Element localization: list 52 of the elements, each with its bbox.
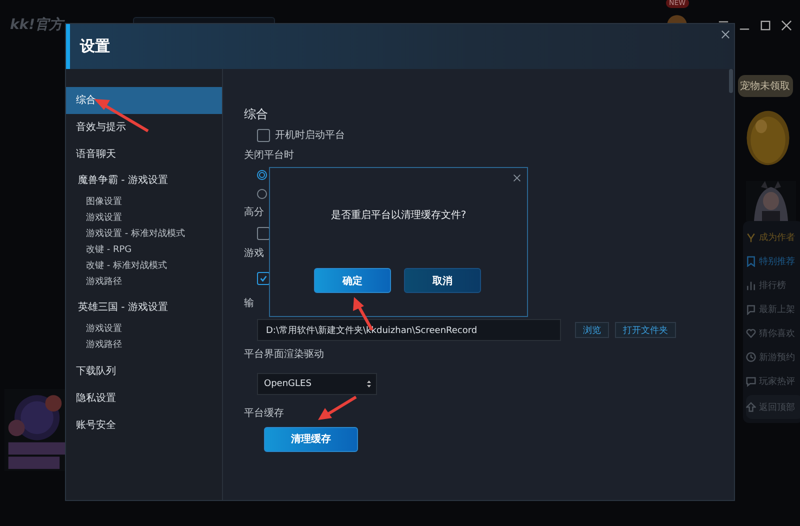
menu-item-icon bbox=[746, 376, 756, 386]
nav-item[interactable]: 账号安全 bbox=[66, 412, 222, 439]
checkbox[interactable] bbox=[257, 128, 270, 142]
path-field[interactable]: D:\常用软件\新建文件夹\kkduizhan\ScreenRecord bbox=[257, 319, 561, 341]
option-label: 游戏 bbox=[244, 246, 264, 261]
option-label: 关闭平台时 bbox=[244, 148, 294, 163]
close-icon[interactable] bbox=[781, 20, 792, 30]
nav-item[interactable]: 音效与提示 bbox=[66, 114, 222, 141]
nav-subitem[interactable]: 游戏设置 bbox=[66, 210, 222, 226]
nav-item[interactable]: 英雄三国 - 游戏设置 bbox=[66, 295, 222, 321]
nav-subitem[interactable]: 游戏设置 bbox=[66, 321, 222, 337]
nav-subitem[interactable]: 改键 - 标准对战模式 bbox=[66, 258, 222, 274]
option-label: 高分 bbox=[244, 206, 264, 220]
option-label: 平台界面渲染驱动 bbox=[244, 348, 324, 362]
nav-item[interactable]: 下载队列 bbox=[66, 358, 222, 385]
maximize-icon[interactable] bbox=[760, 20, 771, 30]
cancel-button[interactable]: 取消 bbox=[404, 268, 481, 293]
nav-subitem[interactable]: 游戏设置 - 标准对战模式 bbox=[66, 226, 222, 242]
folder-button[interactable]: 打开文件夹 bbox=[615, 322, 676, 338]
checkmark-icon bbox=[259, 274, 268, 282]
nav-item[interactable]: 隐私设置 bbox=[66, 385, 222, 412]
menu-item-icon bbox=[746, 328, 756, 338]
confirm-message: 是否重启平台以清理缓存文件? bbox=[330, 208, 466, 222]
renderer-select[interactable]: OpenGLES bbox=[257, 373, 377, 395]
section-heading: 综合 bbox=[244, 106, 268, 123]
nav-subitem[interactable]: 游戏路径 bbox=[66, 337, 222, 353]
spinner-icon bbox=[366, 379, 372, 389]
nav-subitem[interactable]: 图像设置 bbox=[66, 194, 222, 210]
menu-item-icon bbox=[746, 232, 756, 242]
folder-button[interactable]: 浏览 bbox=[575, 322, 609, 338]
menu-item-icon bbox=[746, 352, 756, 362]
option-label: 平台缓存 bbox=[244, 406, 284, 421]
option-label: 输 bbox=[244, 297, 254, 311]
app-logo: kk!官方 bbox=[10, 16, 64, 34]
nav-item[interactable]: 魔兽争霸 - 游戏设置 bbox=[66, 168, 222, 194]
dialog-title: 设置 bbox=[80, 37, 110, 56]
confirm-button[interactable]: 确定 bbox=[314, 268, 391, 293]
nav-item[interactable]: 语音聊天 bbox=[66, 141, 222, 168]
radio-button[interactable] bbox=[257, 188, 267, 198]
menu-item-icon bbox=[746, 304, 756, 314]
menu-item-icon bbox=[746, 256, 756, 266]
annotation-arrow bbox=[318, 396, 357, 420]
checkbox-label: 开机时启动平台 bbox=[275, 128, 345, 142]
nav-subitem[interactable]: 游戏路径 bbox=[66, 274, 222, 290]
menu-item-icon bbox=[746, 280, 756, 290]
menu-item-icon bbox=[746, 402, 756, 412]
close-icon[interactable] bbox=[513, 174, 521, 182]
pet-bubble[interactable]: 宠物未领取 bbox=[738, 75, 793, 97]
nav-subitem[interactable]: 改键 - RPG bbox=[66, 242, 222, 258]
nav-item[interactable]: 综合 bbox=[66, 87, 222, 114]
clear-cache-button[interactable]: 清理缓存 bbox=[264, 426, 358, 452]
close-icon[interactable] bbox=[721, 30, 730, 39]
